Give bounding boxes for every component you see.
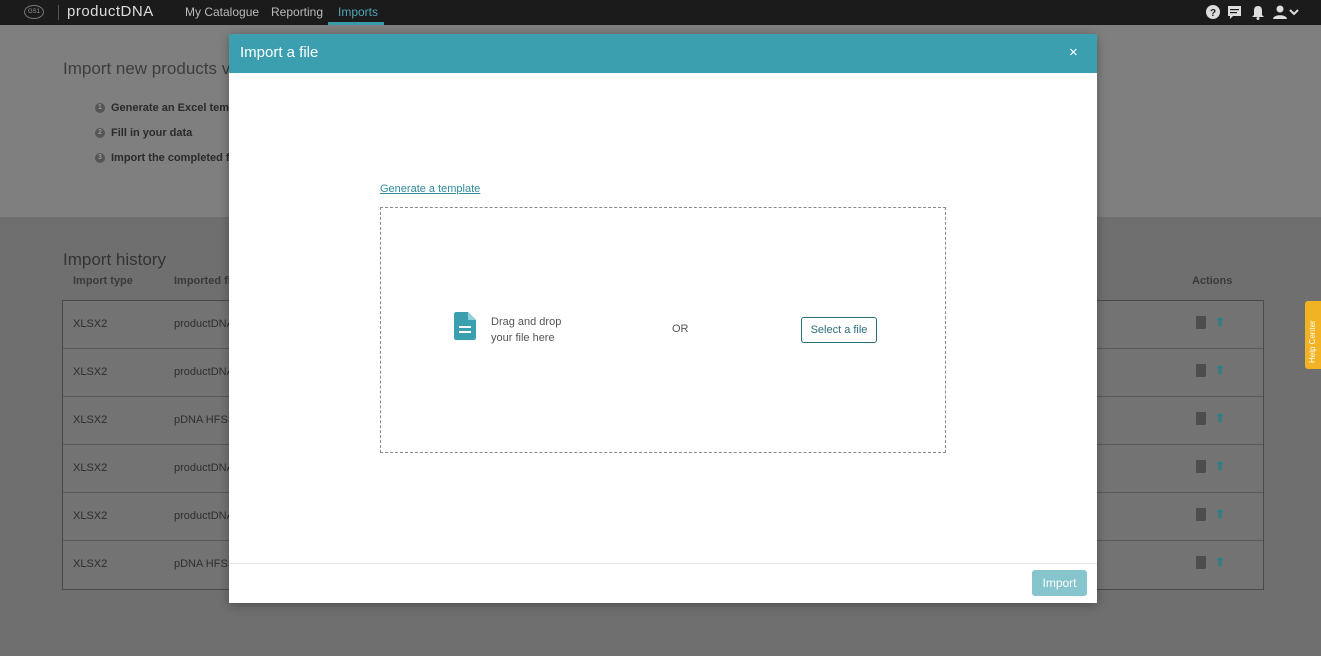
document-icon[interactable] bbox=[1196, 556, 1206, 569]
generate-template-link[interactable]: Generate a template bbox=[380, 183, 480, 195]
chevron-down-icon[interactable] bbox=[1289, 4, 1299, 20]
cell-file: productDNA bbox=[174, 318, 234, 330]
chat-icon[interactable] bbox=[1227, 4, 1243, 20]
nav-my-catalogue[interactable]: My Catalogue bbox=[185, 5, 259, 19]
import-intro-title: Import new products v bbox=[63, 59, 231, 78]
cell-type: XLSX2 bbox=[73, 558, 108, 570]
help-icon[interactable]: ? bbox=[1205, 4, 1221, 20]
or-separator: OR bbox=[672, 323, 689, 335]
header-import-type: Import type bbox=[73, 275, 133, 287]
cell-file: pDNA HFSS bbox=[174, 414, 236, 426]
top-navbar: GS1 productDNA My Catalogue Reporting Im… bbox=[0, 0, 1321, 25]
document-icon[interactable] bbox=[1196, 460, 1206, 473]
drag-drop-line-2: your file here bbox=[491, 332, 555, 344]
cell-file: pDNA HFSS bbox=[174, 558, 236, 570]
nav-reporting[interactable]: Reporting bbox=[271, 5, 323, 19]
upload-icon[interactable]: ⬆ bbox=[1215, 459, 1225, 473]
document-icon bbox=[454, 312, 476, 340]
cell-type: XLSX2 bbox=[73, 318, 108, 330]
header-imported-file: Imported fil bbox=[174, 275, 234, 287]
upload-icon[interactable]: ⬆ bbox=[1215, 555, 1225, 569]
file-dropzone[interactable]: Drag and drop your file here OR Select a… bbox=[380, 207, 946, 453]
upload-icon[interactable]: ⬆ bbox=[1215, 411, 1225, 425]
cell-file: productDNA bbox=[174, 366, 234, 378]
upload-icon[interactable]: ⬆ bbox=[1215, 363, 1225, 377]
upload-icon[interactable]: ⬆ bbox=[1215, 315, 1225, 329]
upload-icon[interactable]: ⬆ bbox=[1215, 507, 1225, 521]
step-label: Generate an Excel templa bbox=[111, 102, 245, 114]
drag-drop-text: Drag and drop your file here bbox=[491, 314, 561, 346]
import-file-modal: Import a file × Generate a template Drag… bbox=[229, 34, 1097, 603]
import-button[interactable]: Import bbox=[1032, 570, 1087, 596]
import-history-title: Import history bbox=[63, 250, 166, 269]
document-icon[interactable] bbox=[1196, 316, 1206, 329]
document-icon[interactable] bbox=[1196, 412, 1206, 425]
modal-title: Import a file bbox=[240, 44, 319, 61]
drag-drop-line-1: Drag and drop bbox=[491, 316, 562, 328]
nav-imports[interactable]: Imports bbox=[338, 5, 378, 19]
help-center-label: Help Center bbox=[1308, 320, 1317, 363]
cell-file: productDNA bbox=[174, 510, 234, 522]
cell-type: XLSX2 bbox=[73, 510, 108, 522]
svg-text:?: ? bbox=[1210, 8, 1216, 19]
modal-footer-divider bbox=[229, 563, 1097, 564]
cell-type: XLSX2 bbox=[73, 366, 108, 378]
select-file-button[interactable]: Select a file bbox=[801, 317, 877, 343]
modal-header: Import a file × bbox=[229, 34, 1097, 73]
step-label: Import the completed fil bbox=[111, 152, 236, 164]
step-1: 1 Generate an Excel templa bbox=[95, 102, 245, 114]
brand-name[interactable]: productDNA bbox=[67, 3, 154, 20]
user-icon[interactable] bbox=[1272, 4, 1288, 20]
step-3: 3 Import the completed fil bbox=[95, 152, 236, 164]
cell-type: XLSX2 bbox=[73, 414, 108, 426]
step-label: Fill in your data bbox=[111, 127, 193, 139]
bell-icon[interactable] bbox=[1250, 4, 1266, 20]
cell-type: XLSX2 bbox=[73, 462, 108, 474]
step-number: 2 bbox=[95, 128, 105, 139]
logo-divider bbox=[58, 5, 59, 20]
step-number: 1 bbox=[95, 103, 105, 114]
document-icon[interactable] bbox=[1196, 508, 1206, 521]
document-icon[interactable] bbox=[1196, 364, 1206, 377]
cell-file: productDNA bbox=[174, 462, 234, 474]
gs1-logo[interactable]: GS1 bbox=[24, 5, 44, 19]
step-number: 3 bbox=[95, 153, 105, 164]
header-actions: Actions bbox=[1192, 275, 1233, 287]
step-2: 2 Fill in your data bbox=[95, 127, 192, 139]
help-center-tab[interactable]: Help Center bbox=[1305, 301, 1321, 369]
close-icon[interactable]: × bbox=[1069, 44, 1078, 61]
